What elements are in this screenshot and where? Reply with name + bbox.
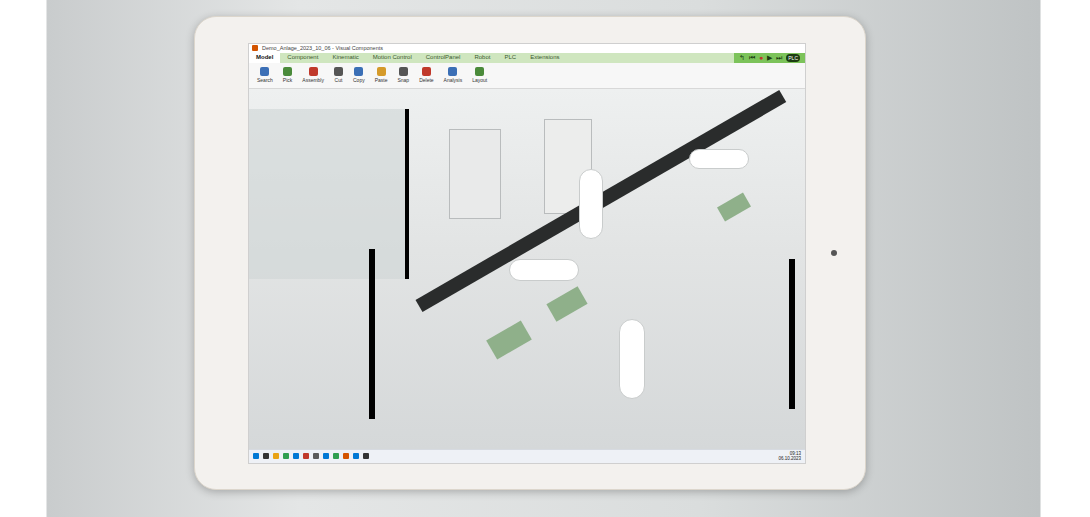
toolbar-button[interactable]: Delete	[417, 67, 435, 84]
toolbar-button[interactable]: Cut	[332, 67, 345, 84]
toolbar-label: Pick	[283, 77, 292, 84]
tool-icon	[334, 67, 343, 76]
toolbar-button[interactable]: Analysis	[442, 67, 465, 84]
clock-date: 06.10.2023	[778, 456, 801, 461]
tool-icon	[354, 67, 363, 76]
toolbar-label: Assembly	[302, 77, 324, 84]
toolbar-label: Paste	[375, 77, 388, 84]
ribbon-tab[interactable]: Robot	[467, 53, 497, 63]
tool-icon	[377, 67, 386, 76]
robot-arm	[579, 169, 603, 239]
toolbar-button[interactable]: Assembly	[300, 67, 326, 84]
robot-arm	[509, 259, 579, 281]
safety-post	[369, 249, 375, 419]
playback-button[interactable]: ▶	[767, 53, 772, 63]
ribbon-tab[interactable]: PLC	[497, 53, 523, 63]
playback-button[interactable]: ↰	[739, 53, 745, 63]
ribbon-tab[interactable]: Component	[280, 53, 325, 63]
clock-time: 09:13	[790, 451, 801, 456]
ribbon-tabs: ModelComponentKinematicMotion ControlCon…	[249, 53, 805, 63]
taskbar-apps	[253, 453, 775, 459]
3d-viewport[interactable]	[249, 89, 805, 449]
toolbar-button[interactable]: Search	[255, 67, 275, 84]
title-bar: Demo_Anlage_2023_10_06 - Visual Componen…	[249, 44, 805, 53]
app-icon[interactable]	[293, 453, 299, 459]
app-icon[interactable]	[323, 453, 329, 459]
conveyor-box	[717, 192, 751, 221]
camera-dot	[831, 250, 837, 256]
toolbar-button[interactable]: Pick	[281, 67, 294, 84]
app-icon	[252, 45, 258, 51]
app-icon[interactable]	[333, 453, 339, 459]
robot-arm	[619, 319, 645, 399]
ribbon-tab[interactable]: Motion Control	[366, 53, 419, 63]
tablet-screen: Demo_Anlage_2023_10_06 - Visual Componen…	[248, 43, 806, 464]
toolbar-label: Analysis	[444, 77, 463, 84]
app-icon[interactable]	[253, 453, 259, 459]
conveyor-box	[546, 286, 587, 321]
window-title: Demo_Anlage_2023_10_06 - Visual Componen…	[262, 44, 383, 52]
toolbar-label: Snap	[397, 77, 409, 84]
tool-icon	[399, 67, 408, 76]
ribbon-tab[interactable]: Extensions	[523, 53, 566, 63]
toolbar-label: Cut	[335, 77, 343, 84]
app-icon[interactable]	[353, 453, 359, 459]
app-icon[interactable]	[363, 453, 369, 459]
toolbar-label: Layout	[472, 77, 487, 84]
tool-icon	[448, 67, 457, 76]
tool-icon	[283, 67, 292, 76]
machine-cabinet	[449, 129, 501, 219]
tab-strip: ModelComponentKinematicMotion ControlCon…	[249, 53, 734, 63]
playback-button[interactable]: ⏮	[749, 53, 755, 63]
playback-button[interactable]: ●	[759, 53, 763, 63]
tool-icon	[475, 67, 484, 76]
app-icon[interactable]	[303, 453, 309, 459]
tablet: Demo_Anlage_2023_10_06 - Visual Componen…	[194, 16, 866, 490]
toolbar-button[interactable]: Copy	[351, 67, 367, 84]
app-icon[interactable]	[313, 453, 319, 459]
robot-arm	[689, 149, 749, 169]
app-icon[interactable]	[273, 453, 279, 459]
toolbar-button[interactable]: Paste	[373, 67, 390, 84]
toolbar-label: Copy	[353, 77, 365, 84]
toolbar-button[interactable]: Snap	[395, 67, 411, 84]
toolbar-label: Search	[257, 77, 273, 84]
conveyor-box	[486, 320, 532, 359]
tool-icon	[260, 67, 269, 76]
tool-icon	[422, 67, 431, 76]
ribbon-tab[interactable]: Model	[249, 53, 280, 63]
plc-badge[interactable]: PLC	[786, 54, 800, 62]
app-icon[interactable]	[343, 453, 349, 459]
safety-post	[789, 259, 795, 409]
playback-controls: ↰ ⏮ ● ▶ ⏭ PLC	[734, 53, 805, 63]
toolbar-button[interactable]: Layout	[470, 67, 489, 84]
toolbar-label: Delete	[419, 77, 433, 84]
glass-wall	[249, 109, 409, 279]
tool-icon	[309, 67, 318, 76]
ribbon-tab[interactable]: ControlPanel	[419, 53, 468, 63]
playback-button[interactable]: ⏭	[776, 53, 782, 63]
ribbon-tab[interactable]: Kinematic	[325, 53, 365, 63]
toolbar: Search Pick Assembly Cut Copy Paste Snap Delete…	[249, 63, 805, 89]
clock[interactable]: 09:1306.10.2023	[778, 451, 801, 461]
taskbar: 09:1306.10.2023	[249, 449, 805, 463]
app-icon[interactable]	[283, 453, 289, 459]
background-photo: Demo_Anlage_2023_10_06 - Visual Componen…	[0, 0, 1090, 517]
app-icon[interactable]	[263, 453, 269, 459]
